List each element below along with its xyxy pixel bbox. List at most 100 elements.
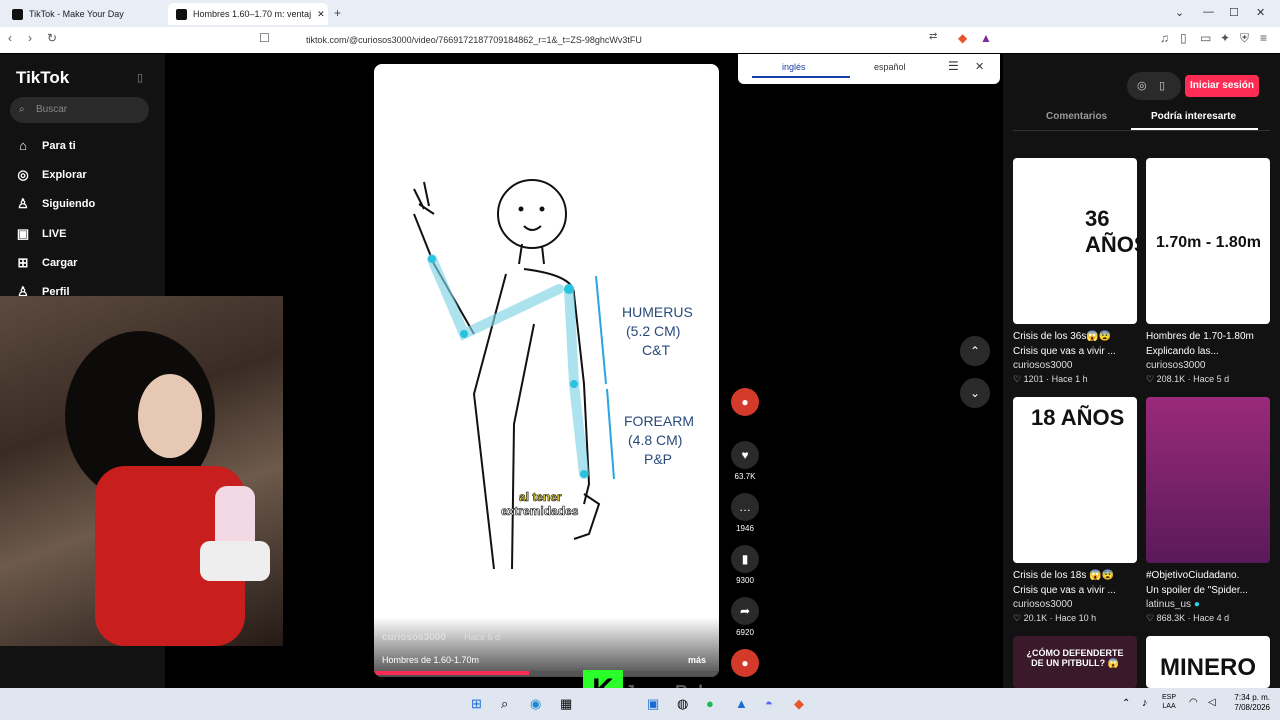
card-thumbnail: 36 AÑOS [1013,158,1137,324]
lang-source-tab[interactable]: inglés [782,62,806,72]
tiktok-logo[interactable]: TikTok [16,68,69,88]
video-author[interactable]: curiosos3000 [382,632,446,643]
sidebar-icon[interactable]: ▯ [1180,31,1187,45]
recommended-card[interactable]: 18 AÑOS Crisis de los 18s 😱😨 Crisis que … [1013,397,1137,624]
humerus-note: C&T [642,342,670,358]
card-time: Hace 1 h [1051,374,1088,384]
sidebar-item-para-ti[interactable]: ⌂ Para ti [16,138,76,153]
more-link[interactable]: más [688,655,706,665]
media-icon[interactable]: ♫ [1160,31,1169,45]
maximize-button[interactable]: ☐ [1229,6,1239,19]
volume-icon[interactable]: ◁ [1208,697,1216,708]
app-icon[interactable]: ▦ [560,696,572,712]
sidebar-item-explorar[interactable]: ◎ Explorar [16,167,86,183]
prev-video-button[interactable]: ⌃ [960,336,990,366]
brave-icon[interactable]: ◆ [794,696,804,712]
translate-icon[interactable]: ⇄ [929,31,937,42]
thumbnail-text: 36 AÑOS [1085,206,1137,257]
like-button[interactable]: ♥ 63.7K [728,441,762,481]
like-count: 63.7K [734,472,756,481]
language-indicator[interactable]: ESP LAA [1162,693,1176,711]
translate-options-icon[interactable]: ☰ [948,59,959,73]
card-author[interactable]: latinus_us ● [1146,599,1270,610]
share-button[interactable]: ➦ 6920 [728,597,762,637]
author-avatar[interactable]: ● [728,388,762,419]
video-player[interactable]: HUMERUS (5.2 CM) C&T FOREARM (4.8 CM) P&… [374,64,719,677]
card-time: Hace 10 h [1055,613,1097,623]
vpn-icon[interactable]: ⛨ [1240,31,1249,46]
search-icon[interactable]: ⌕ [501,696,508,712]
recommended-card[interactable]: MINERO [1146,636,1270,688]
network-icon[interactable]: ◠ [1189,697,1198,708]
mic-icon[interactable]: ♪ [1142,697,1148,709]
tab-comentarios[interactable]: Comentarios [1046,111,1107,122]
card-title: Crisis de los 18s 😱😨 [1013,570,1115,581]
video-progress-track[interactable] [374,671,719,675]
wallet-icon[interactable]: ▭ [1200,31,1211,45]
close-tab-icon[interactable]: ✕ [317,9,325,20]
comment-button[interactable]: … 1946 [728,493,762,533]
tab-divider [1013,130,1270,131]
rewards-icon[interactable]: ▲ [980,31,992,45]
discord-icon[interactable]: ◓ [765,696,773,711]
subtitle-line-2: extremidades [501,504,579,518]
browser-tab-1[interactable]: TikTok - Make Your Day [4,3,164,25]
login-button[interactable]: Iniciar sesión [1185,75,1259,97]
coin-icon[interactable]: ◎ [1137,79,1147,92]
tab-list-icon[interactable]: ⌄ [1175,6,1184,19]
recommended-card[interactable]: ¿CÓMO DEFENDERTE DE UN PITBULL? 😱 [1013,636,1137,688]
address-bar[interactable]: tiktok.com/@curiosos3000/video/766917218… [282,31,998,49]
obs-icon[interactable]: ◍ [677,696,688,712]
translate-bar: inglés español ☰ ✕ [738,54,1000,84]
forward-icon[interactable]: › [28,31,32,45]
close-translate-icon[interactable]: ✕ [975,60,984,73]
start-icon[interactable]: ⊞ [471,696,482,712]
card-title: Crisis de los 36s😱😨 [1013,331,1112,342]
save-button[interactable]: ▮ 9300 [728,545,762,585]
video-description: Hombres de 1.60-1.70m [382,655,480,665]
next-video-button[interactable]: ⌄ [960,378,990,408]
brave-shield-icon[interactable]: ◆ [958,31,967,45]
app-icon[interactable]: ▲ [735,696,748,711]
card-author[interactable]: curiosos3000 [1013,599,1137,610]
lang-target-tab[interactable]: español [874,62,906,72]
extensions-icon[interactable]: ✦ [1220,31,1230,45]
sidebar-item-cargar[interactable]: ⊞ Cargar [16,255,78,271]
back-icon[interactable]: ‹ [8,31,12,45]
sidebar-item-live[interactable]: ▣ LIVE [16,226,67,242]
video-frame: HUMERUS (5.2 CM) C&T FOREARM (4.8 CM) P&… [413,179,694,570]
streamer-figure [65,331,270,646]
tab-podria-interesarte[interactable]: Podría interesarte [1151,111,1236,122]
card-author[interactable]: curiosos3000 [1013,360,1137,371]
search-input[interactable]: Buscar [10,97,149,123]
lang-layout: LAA [1162,703,1176,710]
bookmark-icon[interactable]: ☐ [259,31,270,45]
edge-icon[interactable]: ◉ [530,696,541,712]
reload-icon[interactable]: ↻ [47,31,57,45]
device-icon[interactable]: ▯ [1159,79,1165,92]
sidebar-item-label: Para ti [42,139,76,152]
tray-expand-icon[interactable]: ⌃ [1122,698,1130,709]
minimize-button[interactable]: — [1203,6,1214,18]
card-author[interactable]: curiosos3000 [1146,360,1270,371]
card-thumbnail: 18 AÑOS [1013,397,1137,563]
browser-tab-2[interactable]: Hombres 1.60–1.70 m: ventaj ✕ [168,3,328,25]
tab-label: TikTok - Make Your Day [29,9,124,19]
menu-icon[interactable]: ≡ [1260,31,1267,45]
card-stats: ♡ 1201 · Hace 1 h [1013,374,1088,384]
recommended-card[interactable]: #ObjetivoCiudadano. Un spoiler de "Spide… [1146,397,1270,624]
upload-icon: ⊞ [17,255,29,270]
card-thumbnail: ¿CÓMO DEFENDERTE DE UN PITBULL? 😱 [1013,636,1137,688]
clock[interactable]: 7:34 p. m. 7/08/2026 [1226,693,1270,713]
close-window-button[interactable]: ✕ [1256,6,1265,19]
new-tab-button[interactable]: + [334,6,341,20]
thumbnail-text: 1.70m - 1.80m [1156,234,1261,251]
music-disc[interactable]: ● [728,649,762,680]
lang-code: ESP [1162,694,1177,701]
collapse-sidebar-icon[interactable]: ▯ [137,71,143,84]
recommended-card[interactable]: 36 AÑOS Crisis de los 36s😱😨 Crisis que v… [1013,158,1137,385]
spotify-icon[interactable]: ● [706,696,714,711]
recommended-card[interactable]: 1.70m - 1.80m Hombres de 1.70-1.80m Expl… [1146,158,1270,385]
sidebar-item-siguiendo[interactable]: ♙ Siguiendo [16,196,95,212]
store-icon[interactable]: ▣ [647,696,659,712]
